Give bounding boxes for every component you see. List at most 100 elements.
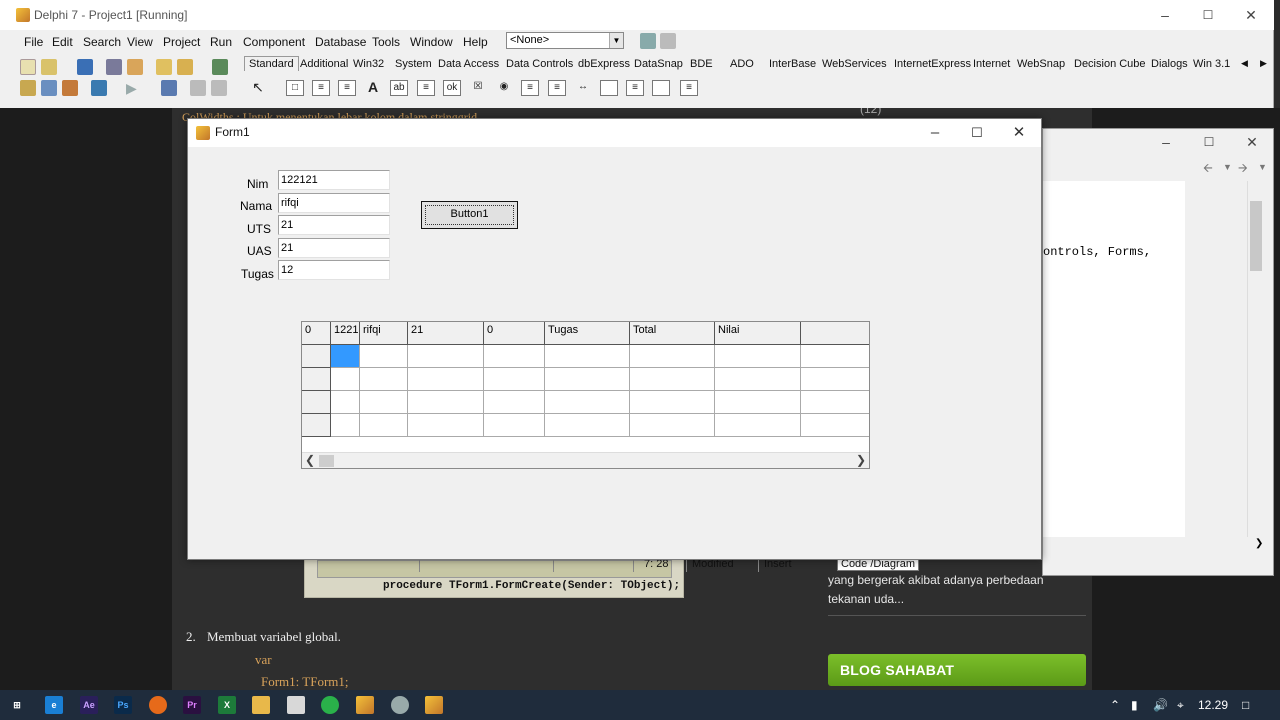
grid-cell[interactable] xyxy=(630,368,715,391)
button-icon[interactable]: ok xyxy=(443,80,461,96)
nav-forward-dropdown-icon[interactable]: ▼ xyxy=(1258,162,1267,172)
mainmenu-icon[interactable]: ≡ xyxy=(312,80,330,96)
grid-cell[interactable] xyxy=(408,345,484,368)
grid-cell[interactable] xyxy=(331,414,360,437)
combobox-icon[interactable]: ≡ xyxy=(548,80,566,96)
grid-cell[interactable] xyxy=(484,391,545,414)
step-over-icon[interactable] xyxy=(211,80,227,96)
tab-scroll-left-icon[interactable]: ◀ xyxy=(1241,58,1248,69)
tab-webservices[interactable]: WebServices xyxy=(822,58,887,70)
view-form-icon[interactable] xyxy=(41,80,57,96)
save-icon[interactable] xyxy=(77,59,93,75)
pointer-icon[interactable]: ↖ xyxy=(249,80,267,96)
grid-horizontal-scrollbar[interactable]: ❮ ❯ xyxy=(302,452,869,468)
grid-cell[interactable] xyxy=(715,368,801,391)
tab-data-access[interactable]: Data Access xyxy=(438,58,499,70)
form1-maximize-button[interactable]: ☐ xyxy=(956,119,998,147)
file-explorer-icon[interactable] xyxy=(252,696,270,714)
grid-cell[interactable] xyxy=(630,345,715,368)
button1[interactable]: Button1 xyxy=(421,201,518,229)
grid-cell[interactable] xyxy=(545,414,630,437)
tab-interbase[interactable]: InterBase xyxy=(769,58,816,70)
scroll-left-icon[interactable]: ❮ xyxy=(302,453,318,468)
grid-cell[interactable] xyxy=(801,414,869,437)
excel-icon[interactable]: X xyxy=(218,696,236,714)
windows-start-icon[interactable]: ⊞ xyxy=(8,696,26,714)
window-list-icon[interactable] xyxy=(660,33,676,49)
nama-field[interactable]: rifqi xyxy=(278,193,390,213)
toggle-form-unit-icon[interactable] xyxy=(62,80,78,96)
grid-cell[interactable] xyxy=(715,414,801,437)
delphi-taskbar-icon[interactable] xyxy=(356,696,374,714)
menu-window[interactable]: Window xyxy=(410,35,453,49)
menu-tools[interactable]: Tools xyxy=(372,35,400,49)
photoshop-icon[interactable]: Ps xyxy=(114,696,132,714)
actionlist-icon[interactable]: ≡ xyxy=(680,80,698,96)
nim-field[interactable]: 122121 xyxy=(278,170,390,190)
tab-ado[interactable]: ADO xyxy=(730,58,754,70)
tugas-field[interactable]: 12 xyxy=(278,260,390,280)
grid-cell[interactable] xyxy=(484,368,545,391)
scrollbar-icon[interactable]: ↔ xyxy=(574,80,592,96)
grid-cell[interactable] xyxy=(801,368,869,391)
grid-cell[interactable] xyxy=(630,391,715,414)
grid-cell[interactable] xyxy=(408,391,484,414)
sidebar-post-excerpt[interactable]: yang bergerak akibat adanya perbedaan te… xyxy=(828,571,1068,609)
open-icon[interactable] xyxy=(41,59,57,75)
store-icon[interactable] xyxy=(287,696,305,714)
form1-close-button[interactable]: ✕ xyxy=(998,119,1040,147)
tab-dbexpress[interactable]: dbExpress xyxy=(578,58,630,70)
grid-cell[interactable] xyxy=(545,391,630,414)
line-icon[interactable] xyxy=(321,696,339,714)
menu-file[interactable]: File xyxy=(24,35,43,49)
radiogroup-icon[interactable]: ≡ xyxy=(626,80,644,96)
editor-maximize-button[interactable]: ☐ xyxy=(1186,129,1232,155)
chevron-down-icon[interactable]: ▼ xyxy=(609,33,623,48)
listbox-icon[interactable]: ≡ xyxy=(521,80,539,96)
tab-internet[interactable]: Internet xyxy=(973,58,1010,70)
memo-icon[interactable]: ≡ xyxy=(417,80,435,96)
tab-dialogs[interactable]: Dialogs xyxy=(1151,58,1188,70)
tab-bde[interactable]: BDE xyxy=(690,58,713,70)
popupmenu-icon[interactable]: ≡ xyxy=(338,80,356,96)
ide-minimize-button[interactable]: – xyxy=(1142,0,1188,30)
premiere-icon[interactable]: Pr xyxy=(183,696,201,714)
edit-icon[interactable]: ab xyxy=(390,80,408,96)
app-icon[interactable] xyxy=(391,696,409,714)
scroll-thumb[interactable] xyxy=(319,455,334,467)
nav-forward-icon[interactable]: 🡪 xyxy=(1238,159,1248,180)
menu-edit[interactable]: Edit xyxy=(52,35,73,49)
editor-minimize-button[interactable]: – xyxy=(1143,129,1189,155)
grid-cell[interactable] xyxy=(801,391,869,414)
ide-close-button[interactable]: ✕ xyxy=(1228,0,1274,30)
form1-minimize-button[interactable]: – xyxy=(914,119,956,147)
component-selector[interactable]: <None> ▼ xyxy=(506,32,624,49)
grid-cell[interactable] xyxy=(484,345,545,368)
menu-project[interactable]: Project xyxy=(163,35,200,49)
project1-taskbar-icon[interactable] xyxy=(425,696,443,714)
edge-icon[interactable]: e xyxy=(45,696,63,714)
after-effects-icon[interactable]: Ae xyxy=(80,696,98,714)
radiobutton-icon[interactable]: ◉ xyxy=(495,80,513,96)
grid-cell[interactable] xyxy=(331,391,360,414)
scroll-right-icon[interactable]: ❯ xyxy=(853,453,869,468)
groupbox-icon[interactable] xyxy=(600,80,618,96)
battery-icon[interactable]: ▮ xyxy=(1131,698,1138,712)
tab-standard[interactable]: Standard xyxy=(244,56,299,71)
tab-win32[interactable]: Win32 xyxy=(353,58,384,70)
menu-search[interactable]: Search xyxy=(83,35,121,49)
taskbar-clock[interactable]: 12.29 xyxy=(1198,698,1228,712)
grid-cell[interactable] xyxy=(360,345,408,368)
remove-file-icon[interactable] xyxy=(177,59,193,75)
menu-database[interactable]: Database xyxy=(315,35,366,49)
notification-icon[interactable]: □ xyxy=(1242,698,1249,712)
grid-cell[interactable] xyxy=(360,391,408,414)
firefox-icon[interactable] xyxy=(149,696,167,714)
pause-icon[interactable] xyxy=(161,80,177,96)
tab-additional[interactable]: Additional xyxy=(300,58,348,70)
tab-decision-cube[interactable]: Decision Cube xyxy=(1074,58,1146,70)
grid-cell[interactable] xyxy=(545,368,630,391)
tab-datasnap[interactable]: DataSnap xyxy=(634,58,683,70)
scroll-right-icon[interactable]: ❯ xyxy=(1255,538,1263,549)
tab-scroll-right-icon[interactable]: ▶ xyxy=(1260,58,1267,69)
